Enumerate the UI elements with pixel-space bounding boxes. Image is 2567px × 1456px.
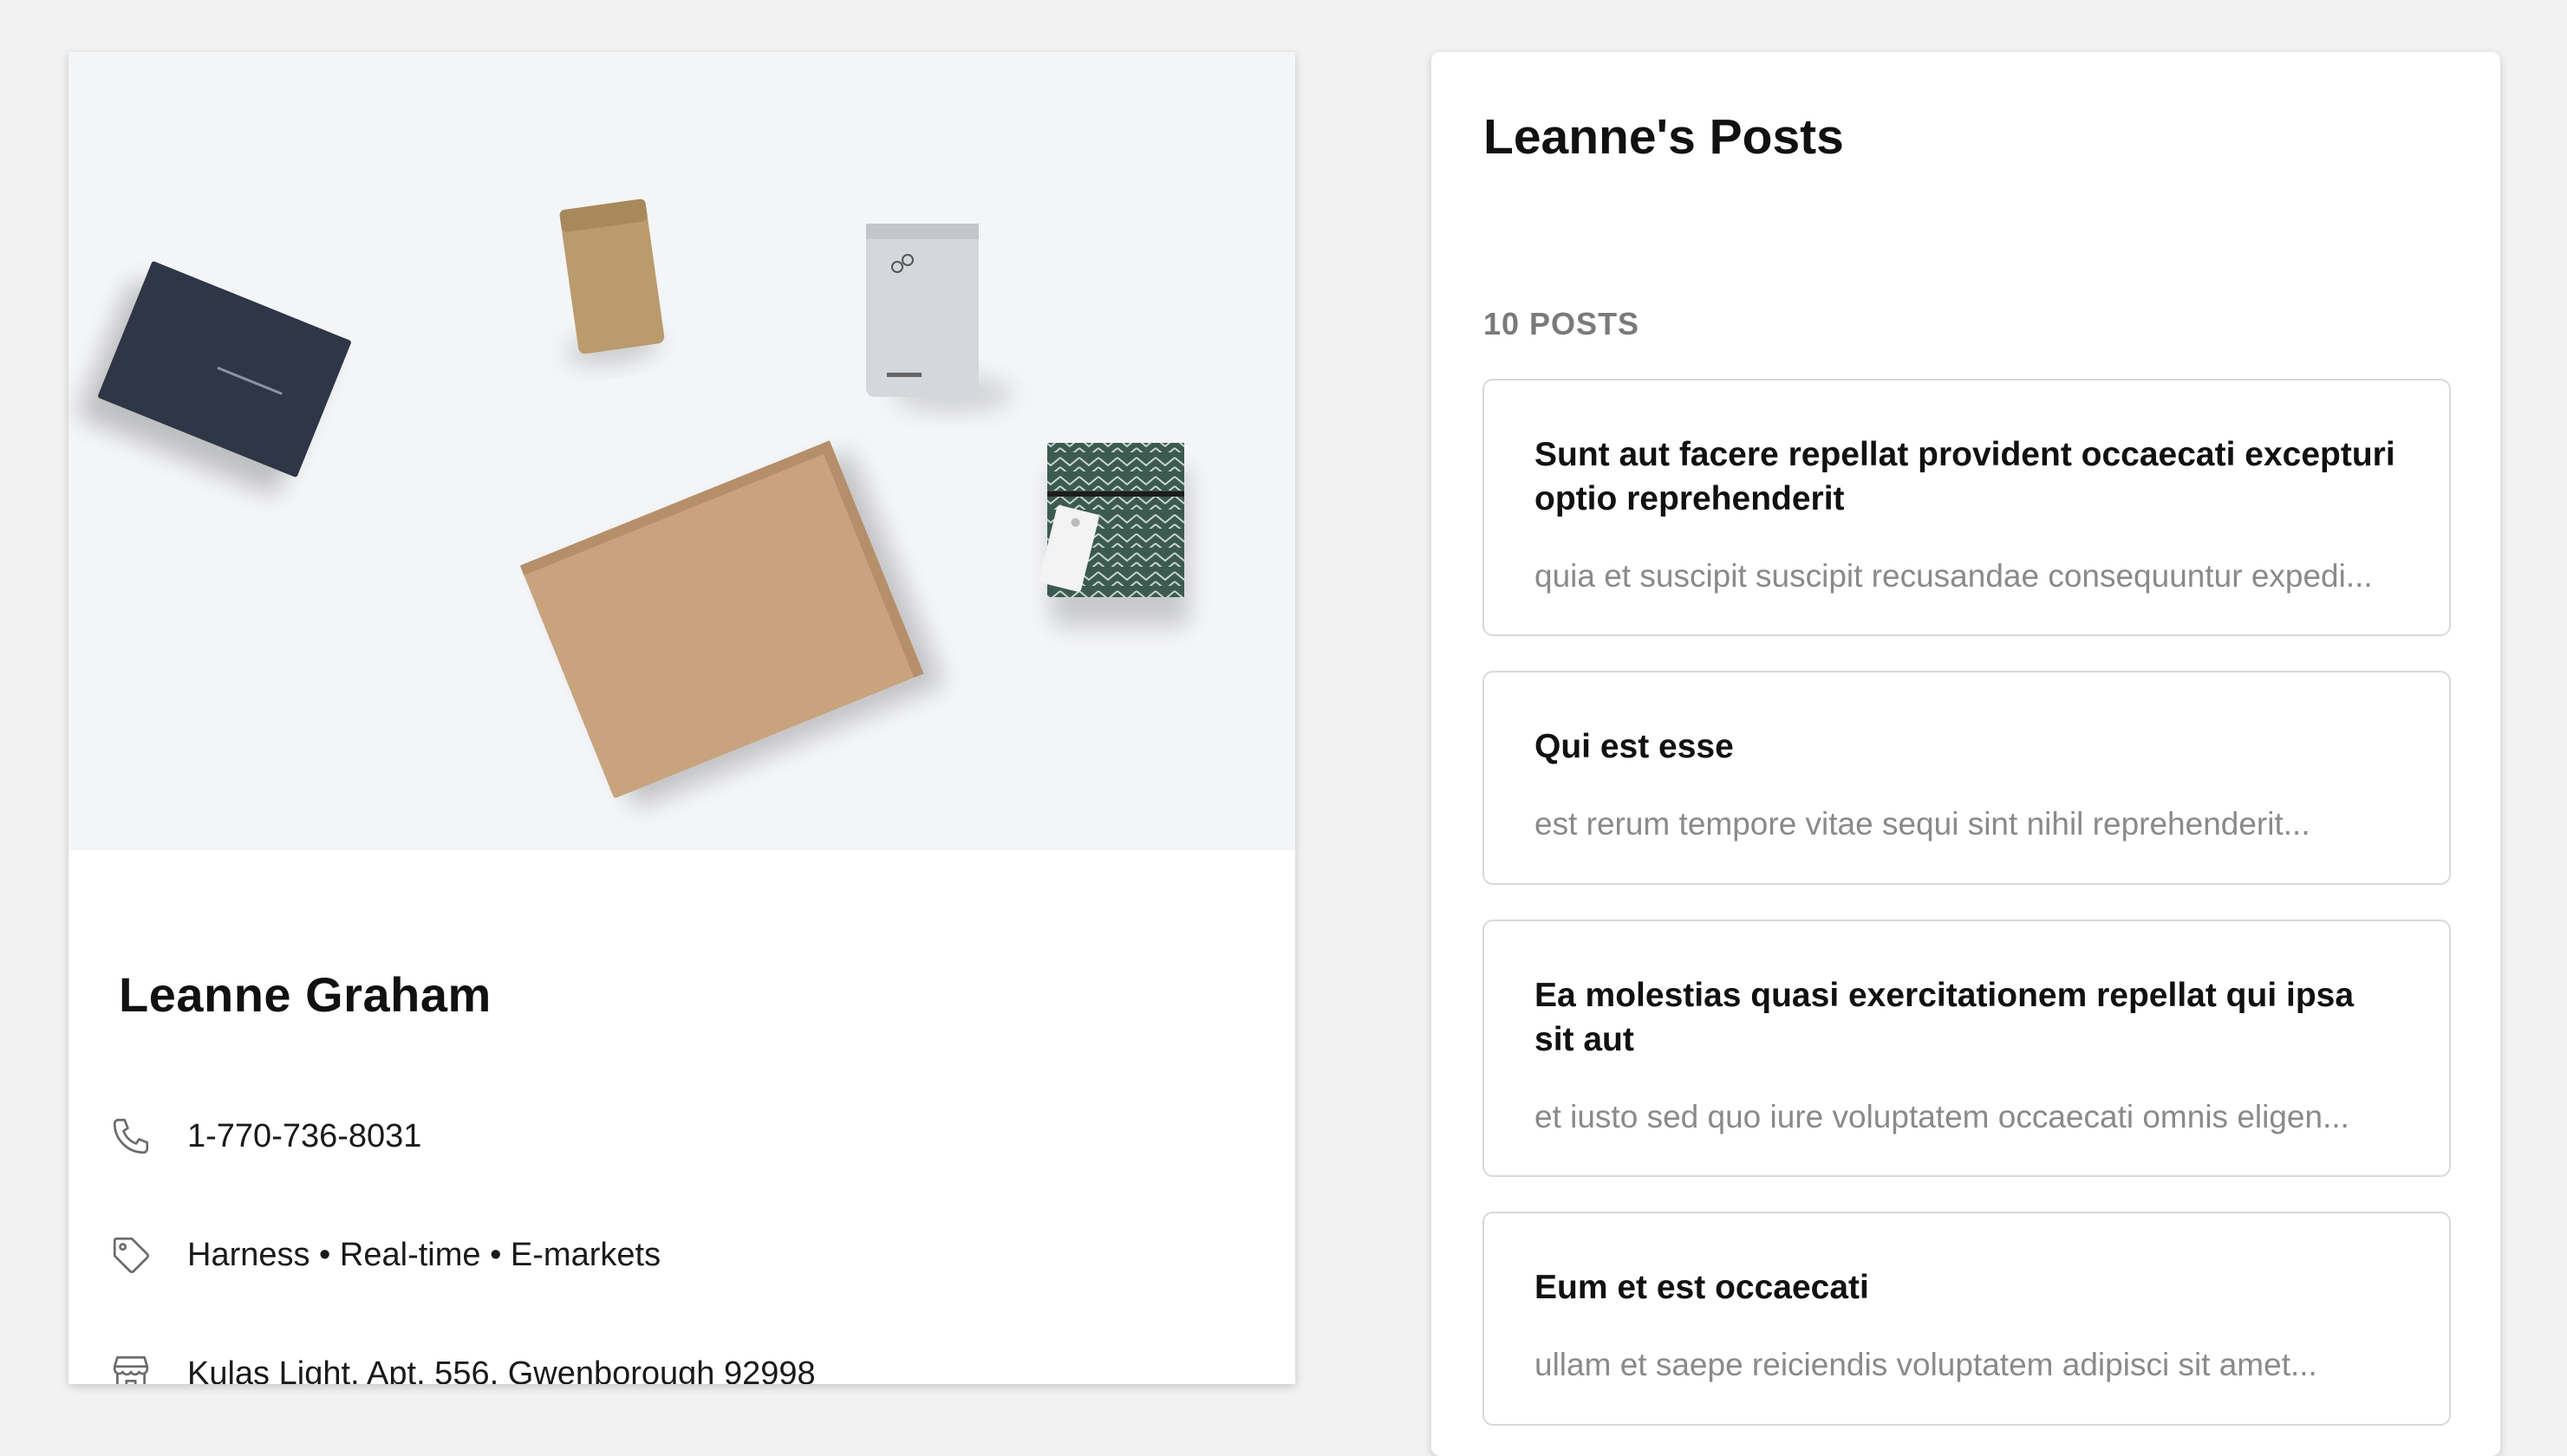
post-card[interactable]: Sunt aut facere repellat provident occae… xyxy=(1482,379,2451,636)
tags-row: Harness • Real-time • E-markets xyxy=(105,1229,661,1281)
phone-icon xyxy=(105,1110,157,1162)
store-icon xyxy=(105,1348,157,1384)
posts-title: Leanne's Posts xyxy=(1483,109,1844,165)
address-row: Kulas Light, Apt. 556, Gwenborough 92998 xyxy=(105,1348,816,1384)
post-title: Sunt aut facere repellat provident occae… xyxy=(1534,436,2395,517)
post-title: Eum et est occaecati xyxy=(1534,1269,1869,1306)
post-title: Ea molestias quasi exercitationem repell… xyxy=(1534,977,2355,1058)
post-list: Sunt aut facere repellat provident occae… xyxy=(1482,379,2451,1456)
post-card[interactable]: Ea molestias quasi exercitationem repell… xyxy=(1482,920,2451,1177)
post-excerpt: et iusto sed quo iure voluptatem occaeca… xyxy=(1534,1099,2349,1134)
posts-count: 10 POSTS xyxy=(1483,306,1640,341)
profile-cover-image xyxy=(68,52,1295,850)
post-title: Qui est esse xyxy=(1534,728,1734,765)
phone-row: 1-770-736-8031 xyxy=(105,1110,421,1162)
post-card[interactable]: Eum et est occaecati ullam et saepe reic… xyxy=(1482,1212,2451,1426)
tag-icon xyxy=(105,1229,157,1281)
post-excerpt: quia et suscipit suscipit recusandae con… xyxy=(1534,558,2373,594)
phone-number[interactable]: 1-770-736-8031 xyxy=(187,1118,421,1155)
post-excerpt: ullam et saepe reiciendis voluptatem adi… xyxy=(1534,1347,2317,1382)
posts-panel: Leanne's Posts 10 POSTS Sunt aut facere … xyxy=(1431,52,2500,1456)
post-excerpt: est rerum tempore vitae sequi sint nihil… xyxy=(1534,806,2310,842)
profile-card: Leanne Graham 1-770-736-8031 Harness • R… xyxy=(68,52,1295,1384)
user-name: Leanne Graham xyxy=(119,967,492,1022)
address: Kulas Light, Apt. 556, Gwenborough 92998 xyxy=(187,1355,816,1385)
post-card[interactable]: Qui est esse est rerum tempore vitae seq… xyxy=(1482,671,2451,885)
company-tags: Harness • Real-time • E-markets xyxy=(187,1236,661,1273)
